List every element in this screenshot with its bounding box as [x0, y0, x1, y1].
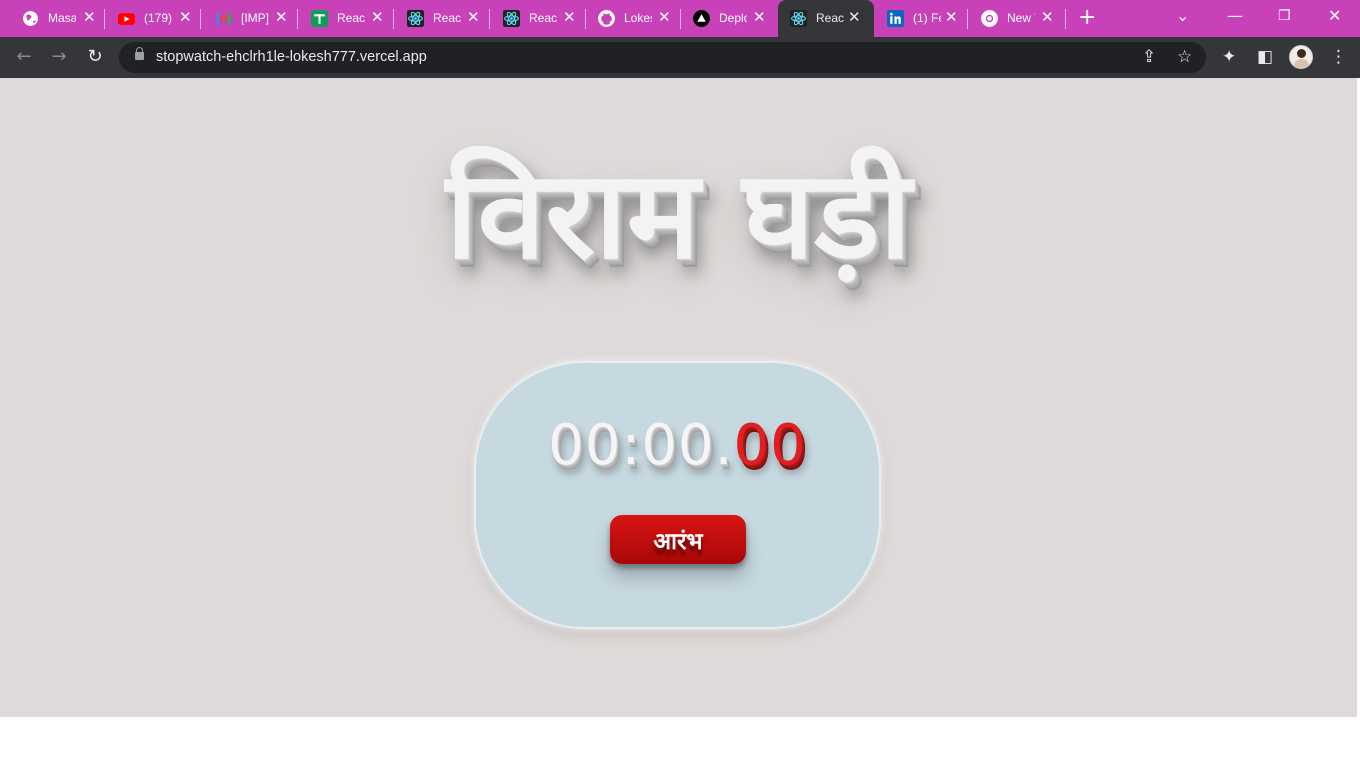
time-display: 00:00.00: [476, 413, 879, 478]
url-text[interactable]: stopwatch-ehclrh1le-lokesh777.vercel.app: [156, 49, 427, 65]
tab-search-icon[interactable]: ⌄: [1176, 6, 1189, 26]
stopwatch-card: 00:00.00 आरंभ: [474, 361, 881, 629]
browser-tab[interactable]: [IMP] Gmail ✕: [193, 0, 298, 37]
tab-close-icon[interactable]: ✕: [83, 9, 96, 26]
youtube-icon: [118, 13, 135, 25]
browser-tab[interactable]: Deploy Vercel ✕: [671, 0, 776, 37]
page-bottom: [0, 717, 1360, 768]
back-icon[interactable]: ←: [13, 46, 35, 68]
tab-close-icon[interactable]: ✕: [1041, 9, 1054, 26]
tab-label: React App: [816, 11, 844, 25]
tab-label: New Tab: [1007, 11, 1035, 25]
tab-label: (179) YouTube: [144, 11, 172, 25]
sheets-icon: [311, 10, 328, 27]
gmail-icon: [216, 13, 231, 25]
page-viewport: विराम घड़ी 00:00.00 आरंभ: [0, 78, 1357, 717]
profile-avatar[interactable]: [1289, 45, 1313, 69]
address-bar[interactable]: stopwatch-ehclrh1le-lokesh777.vercel.app…: [119, 42, 1206, 73]
tab-strip: Masai School ✕ (179) YouTube ✕ [IMP] Gma…: [0, 0, 1360, 37]
browser-tab[interactable]: (179) YouTube ✕: [96, 0, 201, 37]
tab-close-icon[interactable]: ✕: [563, 9, 576, 26]
globe-icon: [23, 11, 38, 26]
linkedin-icon: [887, 10, 904, 27]
close-window-icon[interactable]: ✕: [1328, 6, 1341, 26]
tab-close-icon[interactable]: ✕: [467, 9, 480, 26]
browser-tab[interactable]: React App ✕: [481, 0, 586, 37]
tab-label: [IMP] Gmail: [241, 11, 269, 25]
bookmark-star-icon[interactable]: ☆: [1177, 47, 1192, 67]
tab-close-icon[interactable]: ✕: [371, 9, 384, 26]
tab-label: React App: [529, 11, 557, 25]
page-title: विराम घड़ी: [445, 144, 912, 286]
time-main: 00:00.: [548, 413, 734, 478]
tab-label: React App: [433, 11, 461, 25]
tab-label: React Sheets: [337, 11, 365, 25]
menu-icon[interactable]: ⋮: [1330, 47, 1347, 67]
browser-tab[interactable]: Masai School ✕: [0, 0, 105, 37]
minimize-icon[interactable]: —: [1227, 6, 1243, 26]
tab-label: (1) Feed LinkedIn: [913, 11, 941, 25]
react-icon: [790, 10, 807, 27]
start-button[interactable]: आरंभ: [610, 515, 746, 564]
chrome-icon: [981, 10, 998, 27]
tab-separator: [1065, 9, 1066, 29]
new-tab-button[interactable]: +: [1078, 6, 1096, 30]
tab-label: Deploy Vercel: [719, 11, 747, 25]
tab-close-icon[interactable]: ✕: [658, 9, 671, 26]
active-browser-tab[interactable]: React App ✕: [778, 0, 874, 37]
extensions-icon[interactable]: ✦: [1222, 47, 1236, 67]
tab-close-icon[interactable]: ✕: [753, 9, 766, 26]
browser-tab[interactable]: (1) Feed LinkedIn ✕: [865, 0, 968, 37]
browser-toolbar: ← → ↻ stopwatch-ehclrh1le-lokesh777.verc…: [0, 37, 1360, 78]
browser-tab[interactable]: Lokesh GitHub ✕: [576, 0, 681, 37]
tab-close-icon[interactable]: ✕: [848, 9, 861, 26]
reload-icon[interactable]: ↻: [84, 46, 106, 68]
lock-icon[interactable]: [135, 47, 144, 60]
browser-tab[interactable]: New Tab ✕: [959, 0, 1066, 37]
share-icon[interactable]: ⇪: [1142, 47, 1156, 67]
tab-close-icon[interactable]: ✕: [275, 9, 288, 26]
react-icon: [503, 10, 520, 27]
github-icon: [598, 10, 615, 27]
forward-icon[interactable]: →: [48, 46, 70, 68]
browser-tab[interactable]: React App ✕: [385, 0, 490, 37]
vercel-icon: [693, 10, 710, 27]
tab-close-icon[interactable]: ✕: [945, 9, 958, 26]
browser-tab[interactable]: React Sheets ✕: [289, 0, 394, 37]
tab-close-icon[interactable]: ✕: [179, 9, 192, 26]
side-panel-icon[interactable]: ◧: [1257, 47, 1273, 67]
tab-label: Masai School: [48, 11, 76, 25]
react-icon: [407, 10, 424, 27]
restore-icon[interactable]: ❐: [1278, 6, 1291, 26]
tab-label: Lokesh GitHub: [624, 11, 652, 25]
time-milliseconds: 00: [733, 413, 807, 478]
